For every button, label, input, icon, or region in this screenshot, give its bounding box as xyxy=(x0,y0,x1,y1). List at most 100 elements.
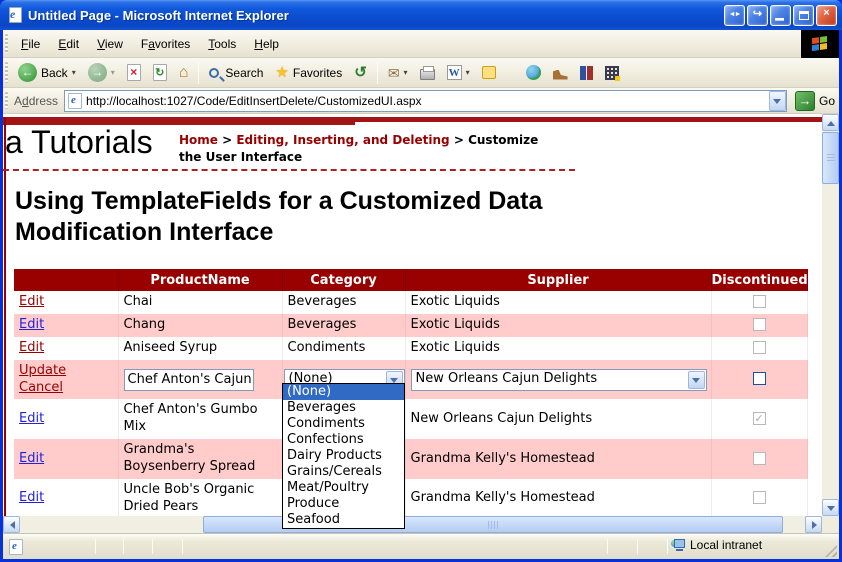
edit-link[interactable]: Edit xyxy=(19,411,44,426)
vertical-scrollbar[interactable] xyxy=(822,114,839,516)
menu-file[interactable]: File xyxy=(12,33,49,55)
grid-header-discontinued: Discontinued xyxy=(711,269,807,291)
edit-with-word-button[interactable]: W▾ xyxy=(441,62,476,83)
search-button[interactable]: Search xyxy=(203,63,269,83)
scroll-right-button[interactable] xyxy=(805,516,822,533)
status-page-icon xyxy=(9,539,23,555)
pan-left-right-button[interactable]: ◄► xyxy=(724,5,745,26)
back-label: Back xyxy=(41,66,68,80)
grid-header-productname: ProductName xyxy=(118,269,282,291)
mail-button[interactable]: ✉▾ xyxy=(382,63,414,83)
scroll-down-button[interactable] xyxy=(822,499,839,516)
category-option[interactable]: Confections xyxy=(283,432,404,448)
research-button[interactable] xyxy=(574,62,599,83)
menu-help[interactable]: Help xyxy=(245,33,288,55)
close-button[interactable]: × xyxy=(816,5,837,26)
menu-view[interactable]: View xyxy=(88,33,132,55)
supplier-select[interactable]: New Orleans Cajun Delights xyxy=(411,369,707,391)
category-option[interactable]: Meat/Poultry xyxy=(283,480,404,496)
discontinued-checkbox-disabled xyxy=(753,341,766,354)
supplier-cell: New Orleans Cajun Delights xyxy=(405,399,711,439)
status-pane-divider xyxy=(152,539,153,554)
forward-dropdown-caret[interactable]: ▾ xyxy=(111,68,115,77)
menu-bar: File Edit View Favorites Tools Help xyxy=(3,30,839,58)
minimize-button[interactable] xyxy=(770,5,791,26)
product-cell: Aniseed Syrup xyxy=(118,337,282,360)
history-button[interactable]: ↺ xyxy=(348,62,373,83)
discuss-button[interactable] xyxy=(476,63,502,82)
menu-bar-grip[interactable] xyxy=(5,34,8,53)
forward-button[interactable]: → ▾ xyxy=(82,60,121,85)
site-title-partial: a Tutorials xyxy=(5,124,153,161)
menu-tools[interactable]: Tools xyxy=(199,33,245,55)
grid-row: EditAniseed SyrupCondimentsExotic Liquid… xyxy=(14,337,807,360)
refresh-icon: ↻ xyxy=(153,64,167,81)
toolbar-separator xyxy=(198,62,199,84)
category-cell: Beverages xyxy=(282,314,405,337)
title-bar[interactable]: e Untitled Page - Microsoft Internet Exp… xyxy=(0,0,842,30)
favorites-button[interactable]: ★ Favorites xyxy=(269,62,348,83)
discontinued-checkbox[interactable] xyxy=(753,372,766,385)
page-icon xyxy=(68,93,82,109)
category-option[interactable]: Dairy Products xyxy=(283,448,404,464)
edit-link[interactable]: Edit xyxy=(19,317,44,332)
msn-addon-button[interactable] xyxy=(520,62,547,83)
shopping-addon-button[interactable] xyxy=(547,63,574,83)
address-input[interactable] xyxy=(86,94,767,108)
resize-grip[interactable] xyxy=(825,545,837,557)
horizontal-scrollbar[interactable] xyxy=(3,516,822,533)
category-option[interactable]: Beverages xyxy=(283,400,404,416)
back-button[interactable]: ← Back ▾ xyxy=(12,60,82,85)
products-gridview: ProductNameCategorySupplierDiscontinued … xyxy=(14,269,808,516)
detach-button[interactable]: ↪ xyxy=(747,5,768,26)
category-option[interactable]: Seafood xyxy=(283,512,404,528)
menu-favorites[interactable]: Favorites xyxy=(132,33,199,55)
address-dropdown-button[interactable] xyxy=(769,91,786,111)
category-option[interactable]: (None) xyxy=(283,384,404,400)
breadcrumb-home-link[interactable]: Home xyxy=(179,133,218,147)
scroll-left-button[interactable] xyxy=(3,516,20,533)
category-option[interactable]: Produce xyxy=(283,496,404,512)
category-option[interactable]: Condiments xyxy=(283,416,404,432)
chevron-down-icon[interactable] xyxy=(688,371,705,389)
product-name-input[interactable] xyxy=(124,369,254,391)
search-icon xyxy=(209,68,219,78)
address-bar-grip[interactable] xyxy=(5,92,8,110)
breadcrumb-section-link[interactable]: Editing, Inserting, and Deleting xyxy=(236,133,449,147)
product-cell: Chef Anton's Gumbo Mix xyxy=(118,399,282,439)
home-button[interactable]: ⌂ xyxy=(173,62,195,84)
edit-link[interactable]: Edit xyxy=(19,490,44,505)
update-link[interactable]: Update xyxy=(19,363,66,378)
back-dropdown-caret[interactable]: ▾ xyxy=(72,68,76,77)
print-button[interactable] xyxy=(414,62,441,83)
globe-icon xyxy=(526,65,541,80)
category-cell: Beverages xyxy=(282,291,405,314)
grid-header-category: Category xyxy=(282,269,405,291)
standard-toolbar: ← Back ▾ → ▾ × ↻ ⌂ Search ★ Favorites ↺ … xyxy=(3,58,839,88)
vertical-scroll-thumb[interactable] xyxy=(822,132,839,184)
messenger-button[interactable] xyxy=(599,63,625,83)
search-label: Search xyxy=(225,66,263,80)
grid-row: Edit Chef Anton's Gumbo Mix New Orleans Ca… xyxy=(14,399,807,439)
address-combo[interactable] xyxy=(64,90,787,112)
mail-dropdown-caret[interactable]: ▾ xyxy=(404,68,408,77)
refresh-button[interactable]: ↻ xyxy=(147,61,173,84)
go-button[interactable]: → xyxy=(795,91,815,111)
edit-link[interactable]: Edit xyxy=(19,294,44,309)
favorites-star-icon: ★ xyxy=(275,65,288,80)
scroll-up-button[interactable] xyxy=(822,114,839,131)
page-content-area: a Tutorials Home > Editing, Inserting, a… xyxy=(3,114,839,533)
edit-link[interactable]: Edit xyxy=(19,451,44,466)
maximize-button[interactable] xyxy=(793,5,814,26)
category-option[interactable]: Grains/Cereals xyxy=(283,464,404,480)
menu-edit[interactable]: Edit xyxy=(49,33,88,55)
word-dropdown-caret[interactable]: ▾ xyxy=(466,68,470,77)
product-cell: Chai xyxy=(118,291,282,314)
stop-button[interactable]: × xyxy=(121,61,147,84)
grid-icon xyxy=(605,66,619,80)
address-bar: Address → Go xyxy=(3,88,839,114)
edit-link[interactable]: Edit xyxy=(19,340,44,355)
cancel-link[interactable]: Cancel xyxy=(19,380,63,395)
toolbar-grip[interactable] xyxy=(5,62,8,82)
ie-app-icon: e xyxy=(7,6,24,24)
